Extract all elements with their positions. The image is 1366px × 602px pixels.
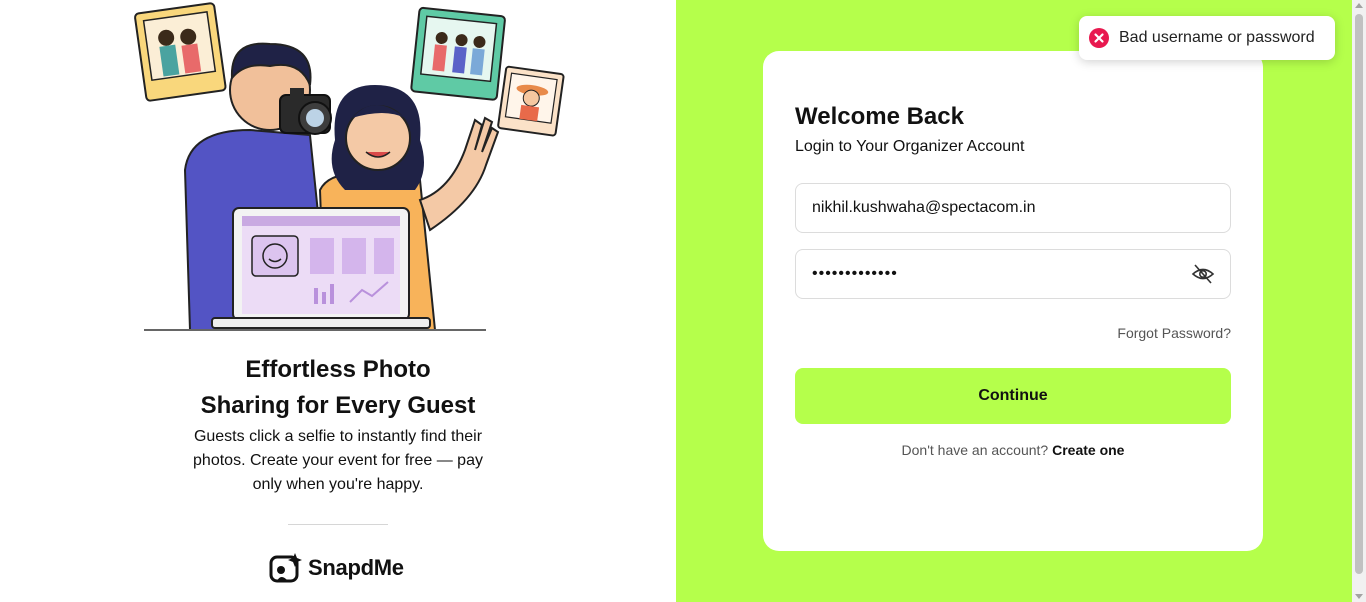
divider bbox=[288, 524, 388, 525]
create-account-link[interactable]: Create one bbox=[1052, 442, 1124, 458]
tagline-line2: Sharing for Every Guest bbox=[200, 392, 476, 419]
snapdme-logo-icon bbox=[269, 553, 302, 583]
tagline: Effortless Photo Sharing for Every Guest bbox=[188, 352, 488, 424]
error-x-icon bbox=[1089, 28, 1109, 48]
signup-prompt-text: Don't have an account? bbox=[901, 442, 1049, 458]
login-card: Welcome Back Login to Your Organizer Acc… bbox=[763, 51, 1263, 551]
password-field[interactable] bbox=[795, 249, 1231, 299]
hero-illustration bbox=[134, 2, 565, 331]
brand-name: SnapdMe bbox=[308, 555, 404, 580]
left-panel: Effortless Photo Sharing for Every Guest… bbox=[0, 0, 676, 602]
eye-off-icon[interactable] bbox=[1191, 262, 1215, 286]
scrollbar[interactable] bbox=[1352, 0, 1366, 602]
continue-button[interactable]: Continue bbox=[795, 368, 1231, 424]
forgot-password-link[interactable]: Forgot Password? bbox=[1117, 325, 1231, 341]
tagline-description: Guests click a selfie to instantly find … bbox=[193, 428, 483, 493]
email-field[interactable] bbox=[795, 183, 1231, 233]
tagline-line1: Effortless Photo bbox=[245, 356, 431, 383]
login-subtitle: Login to Your Organizer Account bbox=[795, 138, 1025, 155]
toast-message: Bad username or password bbox=[1119, 29, 1315, 46]
scroll-down-arrow-icon[interactable] bbox=[1355, 594, 1363, 599]
brand-logo: SnapdMe bbox=[268, 551, 404, 585]
scroll-up-arrow-icon[interactable] bbox=[1355, 3, 1363, 8]
signup-prompt: Don't have an account? Create one bbox=[763, 442, 1263, 458]
scrollbar-thumb[interactable] bbox=[1355, 14, 1363, 574]
login-title: Welcome Back bbox=[795, 103, 964, 130]
error-toast: Bad username or password bbox=[1079, 16, 1335, 60]
